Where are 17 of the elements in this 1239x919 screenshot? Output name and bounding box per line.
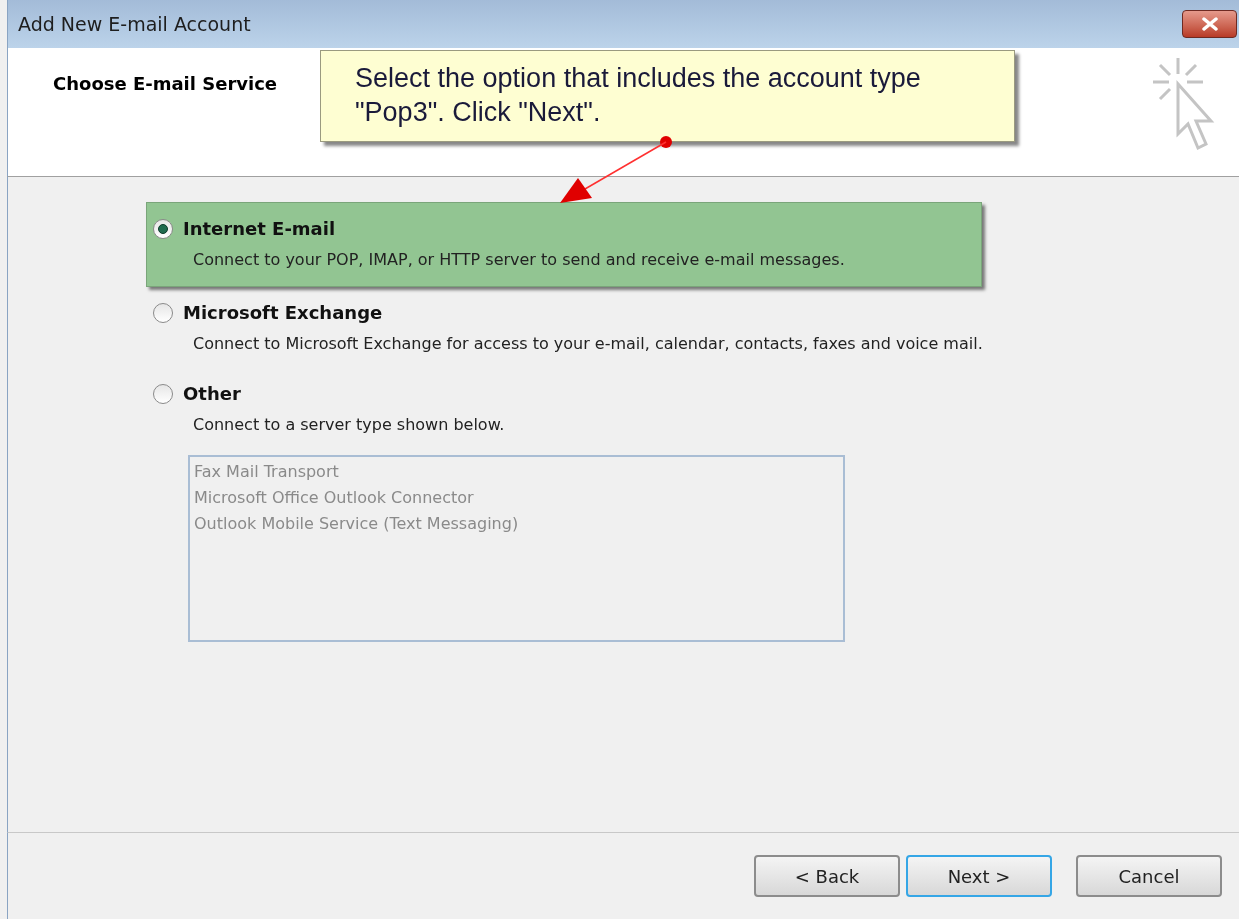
radio-button[interactable] <box>153 302 173 323</box>
radio-button[interactable] <box>153 383 173 404</box>
close-button[interactable] <box>1182 10 1237 38</box>
option-description: Connect to a server type shown below. <box>192 414 506 436</box>
option-description: Connect to Microsoft Exchange for access to your e-mail, calendar, contacts, faxes and voice mail. <box>192 333 984 355</box>
dialog-button[interactable]: Cancel <box>1076 855 1222 897</box>
option-label: Microsoft Exchange <box>183 301 383 325</box>
close-icon <box>1200 17 1219 31</box>
option-label: Internet E-mail <box>183 217 336 241</box>
radio-button[interactable] <box>153 218 173 239</box>
option-label: Other <box>183 382 241 406</box>
callout-text: Select the option that includes the account type "Pop3". Click "Next". <box>355 62 922 129</box>
window-title: Add New E-mail Account <box>18 11 251 37</box>
dialog-button[interactable]: < Back <box>754 855 900 897</box>
dialog-button[interactable]: Next > <box>906 855 1052 897</box>
option-description: Connect to your POP, IMAP, or HTTP server to send and receive e-mail messages. <box>192 249 846 271</box>
page-heading: Choose E-mail Service <box>53 72 278 96</box>
